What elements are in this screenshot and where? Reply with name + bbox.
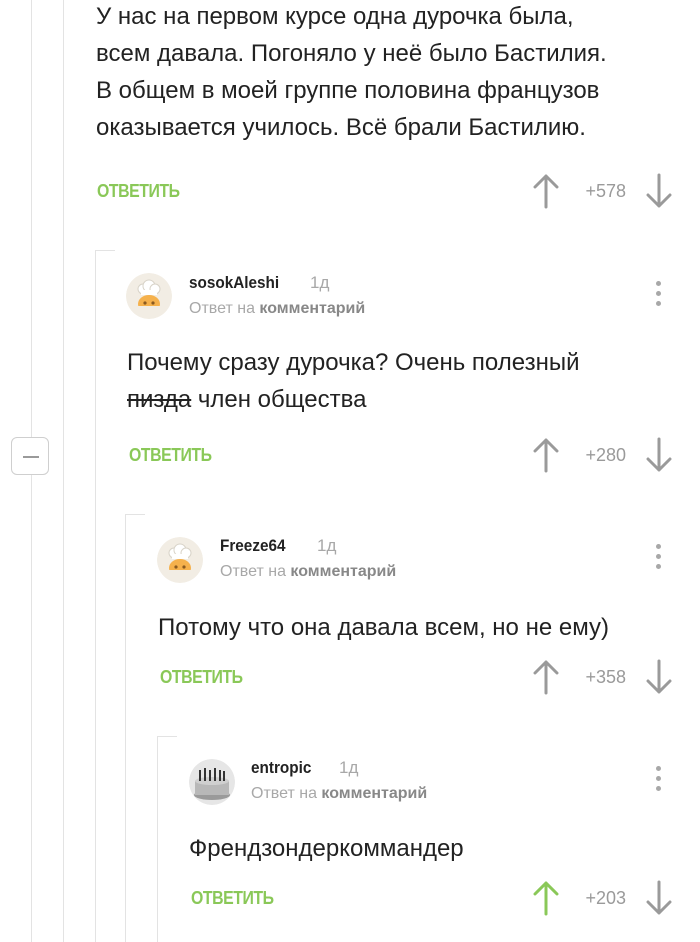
comment-text-line: оказывается училось. Всё брали Бастилию. [96, 114, 586, 141]
comment-text-line: Почему сразу дурочка? Очень полезный [127, 349, 580, 376]
comment-text: Френдзондеркоммандер [189, 830, 464, 867]
reply-to-info: Ответ на комментарий [220, 563, 396, 581]
comment-text: У нас на первом курсе одна дурочка была,… [96, 0, 607, 146]
comment-rating: +358 [585, 667, 626, 687]
strikethrough-text: пизда [127, 386, 192, 413]
more-vertical-icon[interactable] [653, 766, 663, 796]
comment-text-line: Френдзондеркоммандер [189, 835, 464, 862]
comment-text-line: Потому что она давала всем, но не ему) [158, 614, 609, 641]
comment-text: Почему сразу дурочка? Очень полезный пиз… [127, 344, 579, 418]
thread-connector [95, 250, 115, 251]
reply-to-prefix: Ответ на [251, 785, 317, 802]
comment-rating: +203 [585, 888, 626, 908]
collapse-thread-button[interactable] [11, 437, 49, 475]
arrow-down-icon[interactable] [646, 437, 672, 473]
thread-connector [157, 736, 177, 737]
minus-icon [23, 456, 39, 458]
thread-line-level-1 [31, 0, 32, 437]
reply-to-link[interactable]: комментарий [259, 300, 365, 317]
reply-to-prefix: Ответ на [189, 300, 255, 317]
thread-line-level-5 [157, 736, 158, 942]
thread-line-level-1 [31, 475, 32, 942]
comment-time: 1д [339, 758, 359, 777]
username[interactable]: sosokAleshi [189, 273, 279, 293]
comment-text-rest: член общества [191, 386, 367, 413]
thread-connector [125, 514, 145, 515]
reply-to-info: Ответ на комментарий [251, 785, 427, 803]
avatar[interactable] [189, 759, 235, 805]
arrow-down-icon[interactable] [646, 880, 672, 916]
comment-rating: +578 [585, 181, 626, 201]
comment-text-line: всем давала. Погоняло у неё было Бастили… [96, 40, 607, 67]
thread-line-level-2 [63, 0, 64, 942]
comment-text-line: В общем в моей группе половина французов [96, 77, 600, 104]
more-vertical-icon[interactable] [653, 544, 663, 574]
arrow-down-icon[interactable] [646, 659, 672, 695]
comment-text-line: пизда член общества [127, 381, 579, 418]
comment-time: 1д [310, 273, 330, 292]
thread-line-level-3 [95, 250, 96, 942]
comment-time: 1д [317, 536, 337, 555]
username[interactable]: Freeze64 [220, 536, 286, 556]
reply-button[interactable]: ОТВЕТИТЬ [191, 888, 274, 909]
avatar[interactable] [157, 537, 203, 583]
thread-line-level-4 [125, 514, 126, 942]
reply-button[interactable]: ОТВЕТИТЬ [160, 667, 243, 688]
reply-to-link[interactable]: комментарий [290, 563, 396, 580]
reply-button[interactable]: ОТВЕТИТЬ [97, 181, 180, 202]
reply-button[interactable]: ОТВЕТИТЬ [129, 445, 212, 466]
comment-text-line: У нас на первом курсе одна дурочка была, [96, 3, 574, 30]
comment-rating: +280 [585, 445, 626, 465]
reply-to-info: Ответ на комментарий [189, 300, 365, 318]
more-vertical-icon[interactable] [653, 281, 663, 311]
username[interactable]: entropic [251, 758, 311, 778]
comment-text: Потому что она давала всем, но не ему) [158, 609, 609, 646]
reply-to-prefix: Ответ на [220, 563, 286, 580]
arrow-down-icon[interactable] [646, 173, 672, 209]
avatar[interactable] [126, 273, 172, 319]
reply-to-link[interactable]: комментарий [321, 785, 427, 802]
